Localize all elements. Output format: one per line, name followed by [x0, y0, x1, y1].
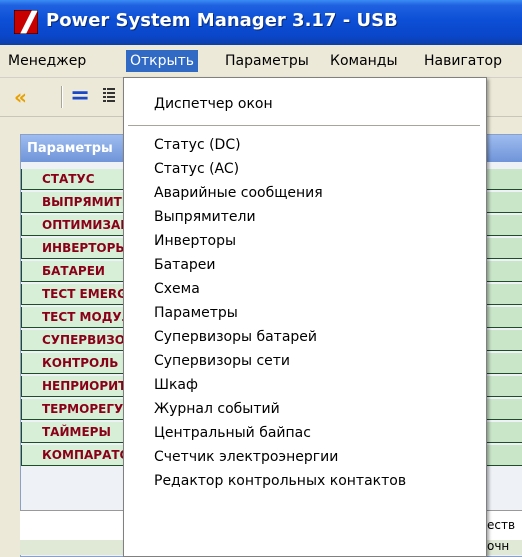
menu-item-network-supervisors[interactable]: Супервизоры сети — [154, 350, 290, 372]
partial-text: еств — [487, 518, 516, 532]
app-logo-icon — [14, 10, 38, 34]
menu-bar: Менеджер Открыть Параметры Команды Навиг… — [0, 45, 522, 78]
menu-open[interactable]: Открыть — [126, 50, 198, 72]
toolbar-separator — [61, 86, 63, 108]
menu-item-rectifiers[interactable]: Выпрямители — [154, 206, 256, 228]
menu-item-window-manager[interactable]: Диспетчер окон — [154, 93, 273, 115]
menu-item-status-dc[interactable]: Статус (DC) — [154, 134, 241, 156]
window-title: Power System Manager 3.17 - USB — [46, 10, 398, 31]
partial-text: очн — [487, 539, 510, 553]
title-bar: Power System Manager 3.17 - USB — [0, 0, 522, 45]
menu-item-scheme[interactable]: Схема — [154, 278, 200, 300]
open-menu-dropdown: Диспетчер окон Статус (DC) Статус (AC) А… — [123, 77, 487, 557]
menu-item-parameters[interactable]: Параметры — [154, 302, 238, 324]
menu-item-cabinet[interactable]: Шкаф — [154, 374, 198, 396]
menu-commands[interactable]: Команды — [326, 50, 402, 72]
menu-navigator[interactable]: Навигатор — [420, 50, 506, 72]
panel-title: Параметры — [27, 141, 113, 156]
list-icon[interactable] — [103, 87, 115, 103]
menu-item-contact-editor[interactable]: Редактор контрольных контактов — [154, 470, 406, 492]
equal-icon[interactable]: = — [70, 81, 90, 109]
menu-parameters[interactable]: Параметры — [221, 50, 313, 72]
menu-separator — [128, 125, 480, 126]
menu-item-alarm-messages[interactable]: Аварийные сообщения — [154, 182, 323, 204]
menu-item-central-bypass[interactable]: Центральный байпас — [154, 422, 311, 444]
double-left-arrow-icon[interactable]: « — [14, 85, 27, 109]
menu-item-energy-meter[interactable]: Счетчик электроэнергии — [154, 446, 338, 468]
menu-item-battery-supervisors[interactable]: Супервизоры батарей — [154, 326, 317, 348]
menu-item-inverters[interactable]: Инверторы — [154, 230, 236, 252]
menu-item-batteries[interactable]: Батареи — [154, 254, 216, 276]
menu-item-event-log[interactable]: Журнал событий — [154, 398, 280, 420]
menu-item-status-ac[interactable]: Статус (AC) — [154, 158, 239, 180]
menu-manager[interactable]: Менеджер — [4, 50, 90, 72]
